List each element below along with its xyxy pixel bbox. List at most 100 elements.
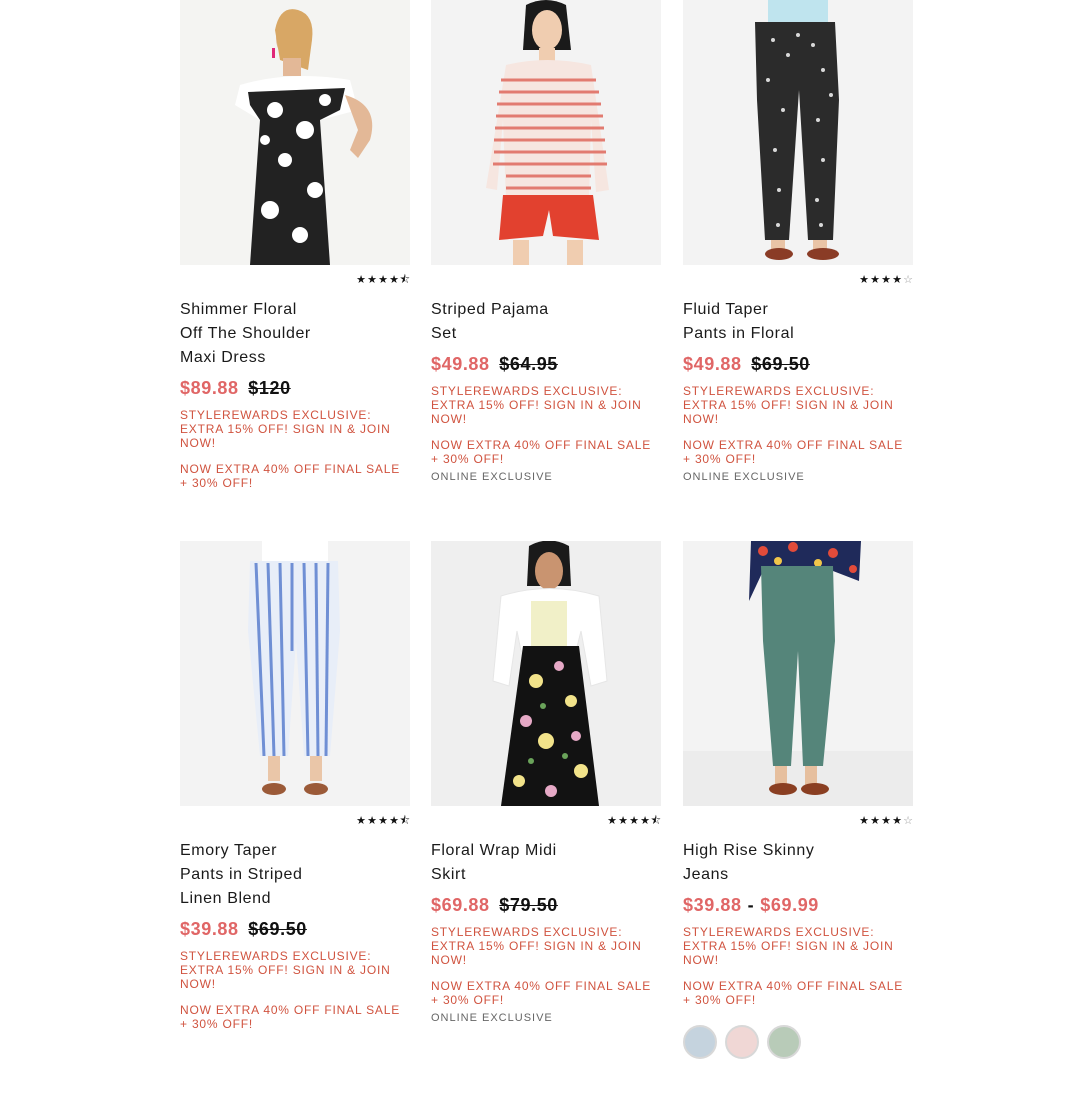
star-full-icon: ★ xyxy=(378,274,388,286)
star-full-icon: ★ xyxy=(881,274,891,286)
star-half-icon: ⯪ xyxy=(650,815,661,827)
star-full-icon: ★ xyxy=(859,274,869,286)
product-name-line: Floral Wrap Midi xyxy=(431,842,557,859)
star-rating: ★★★★☆ xyxy=(683,814,913,828)
color-swatch-pink[interactable] xyxy=(725,1025,759,1059)
product-name-line: Off The Shoulder xyxy=(180,325,311,342)
star-full-icon: ★ xyxy=(870,274,880,286)
star-rating xyxy=(431,273,661,287)
pants-photo-icon xyxy=(180,541,410,806)
product-image[interactable] xyxy=(683,0,913,265)
online-exclusive-badge: ONLINE EXCLUSIVE xyxy=(683,471,805,483)
original-price: $69.50 xyxy=(751,354,810,374)
product-price: $49.88 $69.50 xyxy=(683,352,913,376)
promo-stylerewards: STYLEREWARDS EXCLUSIVE: EXTRA 15% OFF! S… xyxy=(431,925,642,967)
star-full-icon: ★ xyxy=(389,815,399,827)
star-half-icon: ⯪ xyxy=(399,815,410,827)
star-full-icon: ★ xyxy=(367,274,377,286)
promo-final-sale: NOW EXTRA 40% OFF FINAL SALE + 30% OFF! xyxy=(431,438,652,466)
product-name[interactable]: Fluid Taper Pants in Floral xyxy=(683,298,853,346)
star-full-icon: ★ xyxy=(859,815,869,827)
sale-price: $49.88 xyxy=(431,354,490,374)
product-image[interactable] xyxy=(180,0,410,265)
product-name-line: Skirt xyxy=(431,866,466,883)
sale-price-high: $69.99 xyxy=(760,895,819,915)
star-full-icon: ★ xyxy=(892,815,902,827)
product-name-line: Shimmer Floral xyxy=(180,301,297,318)
promo-stylerewards: STYLEREWARDS EXCLUSIVE: EXTRA 15% OFF! S… xyxy=(683,925,894,967)
product-name-line: Set xyxy=(431,325,457,342)
sale-price: $39.88 xyxy=(180,919,239,939)
pants-photo-icon xyxy=(683,0,913,265)
original-price: $120 xyxy=(248,378,291,398)
pajama-photo-icon xyxy=(431,0,661,265)
product-card[interactable]: Striped Pajama Set $49.88 $64.95 STYLERE… xyxy=(431,0,661,484)
product-name-line: Emory Taper xyxy=(180,842,278,859)
product-card[interactable]: ★★★★☆ High Rise Skinny Jeans $39.88- $69.… xyxy=(683,541,913,1059)
sale-price: $49.88 xyxy=(683,354,742,374)
promo-final-sale: NOW EXTRA 40% OFF FINAL SALE + 30% OFF! xyxy=(683,979,904,1007)
product-card[interactable]: ★★★★☆ Fluid Taper Pants in Floral $49.88… xyxy=(683,0,913,484)
promo-final-sale: NOW EXTRA 40% OFF FINAL SALE + 30% OFF! xyxy=(683,438,904,466)
product-card[interactable]: ★★★★⯪ Emory Taper Pants in Striped Linen… xyxy=(180,541,410,1031)
original-price: $64.95 xyxy=(499,354,558,374)
star-full-icon: ★ xyxy=(881,815,891,827)
original-price: $79.50 xyxy=(499,895,558,915)
star-full-icon: ★ xyxy=(607,815,617,827)
dress-photo-icon xyxy=(180,0,410,265)
sale-price: $89.88 xyxy=(180,378,239,398)
star-full-icon: ★ xyxy=(356,815,366,827)
color-swatches xyxy=(683,1025,913,1059)
star-half-icon: ⯪ xyxy=(399,274,410,286)
product-name-line: Maxi Dress xyxy=(180,349,267,366)
sale-price: $69.88 xyxy=(431,895,490,915)
product-name-line: Linen Blend xyxy=(180,890,272,907)
star-full-icon: ★ xyxy=(629,815,639,827)
star-full-icon: ★ xyxy=(389,274,399,286)
star-rating: ★★★★⯪ xyxy=(180,273,410,287)
product-name-line: Jeans xyxy=(683,866,729,883)
product-name-line: Pants in Striped xyxy=(180,866,303,883)
star-empty-icon: ☆ xyxy=(903,274,913,286)
product-image[interactable] xyxy=(683,541,913,806)
product-name[interactable]: Shimmer Floral Off The Shoulder Maxi Dre… xyxy=(180,298,350,370)
product-name[interactable]: Emory Taper Pants in Striped Linen Blend xyxy=(180,839,350,911)
star-full-icon: ★ xyxy=(378,815,388,827)
product-price: $89.88 $120 xyxy=(180,376,410,400)
original-price: $69.50 xyxy=(248,919,307,939)
color-swatch-blue[interactable] xyxy=(683,1025,717,1059)
color-swatch-green[interactable] xyxy=(767,1025,801,1059)
product-image[interactable] xyxy=(431,541,661,806)
online-exclusive-badge: ONLINE EXCLUSIVE xyxy=(431,1012,553,1024)
product-price: $49.88 $64.95 xyxy=(431,352,661,376)
star-full-icon: ★ xyxy=(870,815,880,827)
skirt-photo-icon xyxy=(431,541,661,806)
product-image[interactable] xyxy=(431,0,661,265)
promo-final-sale: NOW EXTRA 40% OFF FINAL SALE + 30% OFF! xyxy=(180,462,401,490)
promo-stylerewards: STYLEREWARDS EXCLUSIVE: EXTRA 15% OFF! S… xyxy=(431,384,642,426)
product-name-line: High Rise Skinny xyxy=(683,842,815,859)
star-rating: ★★★★⯪ xyxy=(180,814,410,828)
product-name[interactable]: Striped Pajama Set xyxy=(431,298,601,346)
star-empty-icon: ☆ xyxy=(903,815,913,827)
star-full-icon: ★ xyxy=(618,815,628,827)
product-name[interactable]: High Rise Skinny Jeans xyxy=(683,839,853,887)
product-card[interactable]: ★★★★⯪ Shimmer Floral Off The Shoulder Ma… xyxy=(180,0,410,490)
promo-stylerewards: STYLEREWARDS EXCLUSIVE: EXTRA 15% OFF! S… xyxy=(180,949,391,991)
star-full-icon: ★ xyxy=(356,274,366,286)
star-full-icon: ★ xyxy=(892,274,902,286)
product-image[interactable] xyxy=(180,541,410,806)
product-card[interactable]: ★★★★⯪ Floral Wrap Midi Skirt $69.88 $79.… xyxy=(431,541,661,1025)
product-price: $39.88 $69.50 xyxy=(180,917,410,941)
product-name-line: Fluid Taper xyxy=(683,301,769,318)
product-name[interactable]: Floral Wrap Midi Skirt xyxy=(431,839,601,887)
product-price: $39.88- $69.99 xyxy=(683,893,913,917)
star-rating: ★★★★☆ xyxy=(683,273,913,287)
product-price: $69.88 $79.50 xyxy=(431,893,661,917)
online-exclusive-badge: ONLINE EXCLUSIVE xyxy=(431,471,553,483)
promo-final-sale: NOW EXTRA 40% OFF FINAL SALE + 30% OFF! xyxy=(180,1003,401,1031)
promo-stylerewards: STYLEREWARDS EXCLUSIVE: EXTRA 15% OFF! S… xyxy=(683,384,894,426)
promo-stylerewards: STYLEREWARDS EXCLUSIVE: EXTRA 15% OFF! S… xyxy=(180,408,391,450)
jeans-photo-icon xyxy=(683,541,913,806)
star-full-icon: ★ xyxy=(367,815,377,827)
